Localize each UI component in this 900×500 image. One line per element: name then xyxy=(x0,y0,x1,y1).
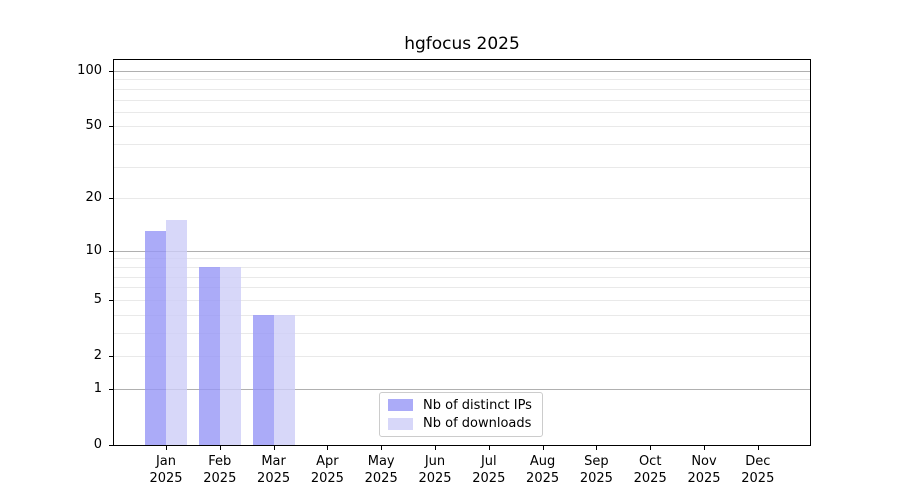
y-axis-tick xyxy=(109,445,113,446)
y-axis-tick xyxy=(109,389,113,390)
x-axis-tick xyxy=(327,446,328,450)
y-gridline-minor xyxy=(114,198,810,199)
y-axis-tick xyxy=(109,300,113,301)
y-axis-tick-label: 2 xyxy=(58,348,102,364)
legend-swatch-distinct-ips-icon xyxy=(388,399,413,411)
plot-area: Nb of distinct IPs Nb of downloads 01251… xyxy=(113,59,811,446)
y-axis-tick-label: 20 xyxy=(58,190,102,206)
y-gridline-minor xyxy=(114,112,810,113)
figure: hgfocus 2025 Nb of distinct IPs Nb of do… xyxy=(0,0,900,500)
y-gridline-minor xyxy=(114,167,810,168)
x-axis-tick xyxy=(650,446,651,450)
x-tick-month: Dec xyxy=(726,453,790,470)
x-axis-tick xyxy=(220,446,221,450)
legend-entry-downloads: Nb of downloads xyxy=(388,415,534,432)
legend: Nb of distinct IPs Nb of downloads xyxy=(379,392,543,437)
y-gridline-minor xyxy=(114,79,810,80)
x-axis-tick xyxy=(489,446,490,450)
y-axis-tick-label: 50 xyxy=(58,118,102,134)
y-gridline-major xyxy=(114,71,810,72)
bar-distinct-ips xyxy=(199,267,220,445)
x-axis-tick xyxy=(596,446,597,450)
legend-label-downloads: Nb of downloads xyxy=(423,416,531,431)
y-axis-tick-label: 10 xyxy=(58,243,102,259)
y-gridline-minor xyxy=(114,126,810,127)
bar-downloads xyxy=(166,220,187,445)
x-axis-tick xyxy=(274,446,275,450)
y-axis-tick-label: 0 xyxy=(58,437,102,453)
y-gridline-major xyxy=(114,251,810,252)
y-axis-tick-label: 100 xyxy=(58,63,102,79)
y-axis-tick xyxy=(109,71,113,72)
y-axis-tick xyxy=(109,251,113,252)
bar-distinct-ips xyxy=(253,315,274,445)
legend-swatch-downloads-icon xyxy=(388,418,413,430)
legend-label-distinct-ips: Nb of distinct IPs xyxy=(423,398,532,413)
y-gridline-minor xyxy=(114,100,810,101)
y-gridline-minor xyxy=(114,89,810,90)
x-axis-tick xyxy=(166,446,167,450)
y-axis-tick-label: 1 xyxy=(58,381,102,397)
y-axis-tick xyxy=(109,198,113,199)
y-gridline-minor xyxy=(114,144,810,145)
bar-distinct-ips xyxy=(145,231,166,445)
y-axis-tick xyxy=(109,126,113,127)
x-axis-tick xyxy=(758,446,759,450)
y-gridline-minor xyxy=(114,258,810,259)
bar-downloads xyxy=(274,315,295,445)
x-axis-tick-label: Dec2025 xyxy=(726,453,790,487)
chart-title: hgfocus 2025 xyxy=(113,34,811,54)
x-tick-year: 2025 xyxy=(726,470,790,487)
legend-entry-distinct-ips: Nb of distinct IPs xyxy=(388,397,534,414)
x-axis-tick xyxy=(704,446,705,450)
x-axis-tick xyxy=(435,446,436,450)
x-axis-tick xyxy=(381,446,382,450)
bar-downloads xyxy=(220,267,241,445)
y-axis-tick xyxy=(109,356,113,357)
y-axis-tick-label: 5 xyxy=(58,292,102,308)
x-axis-tick xyxy=(543,446,544,450)
